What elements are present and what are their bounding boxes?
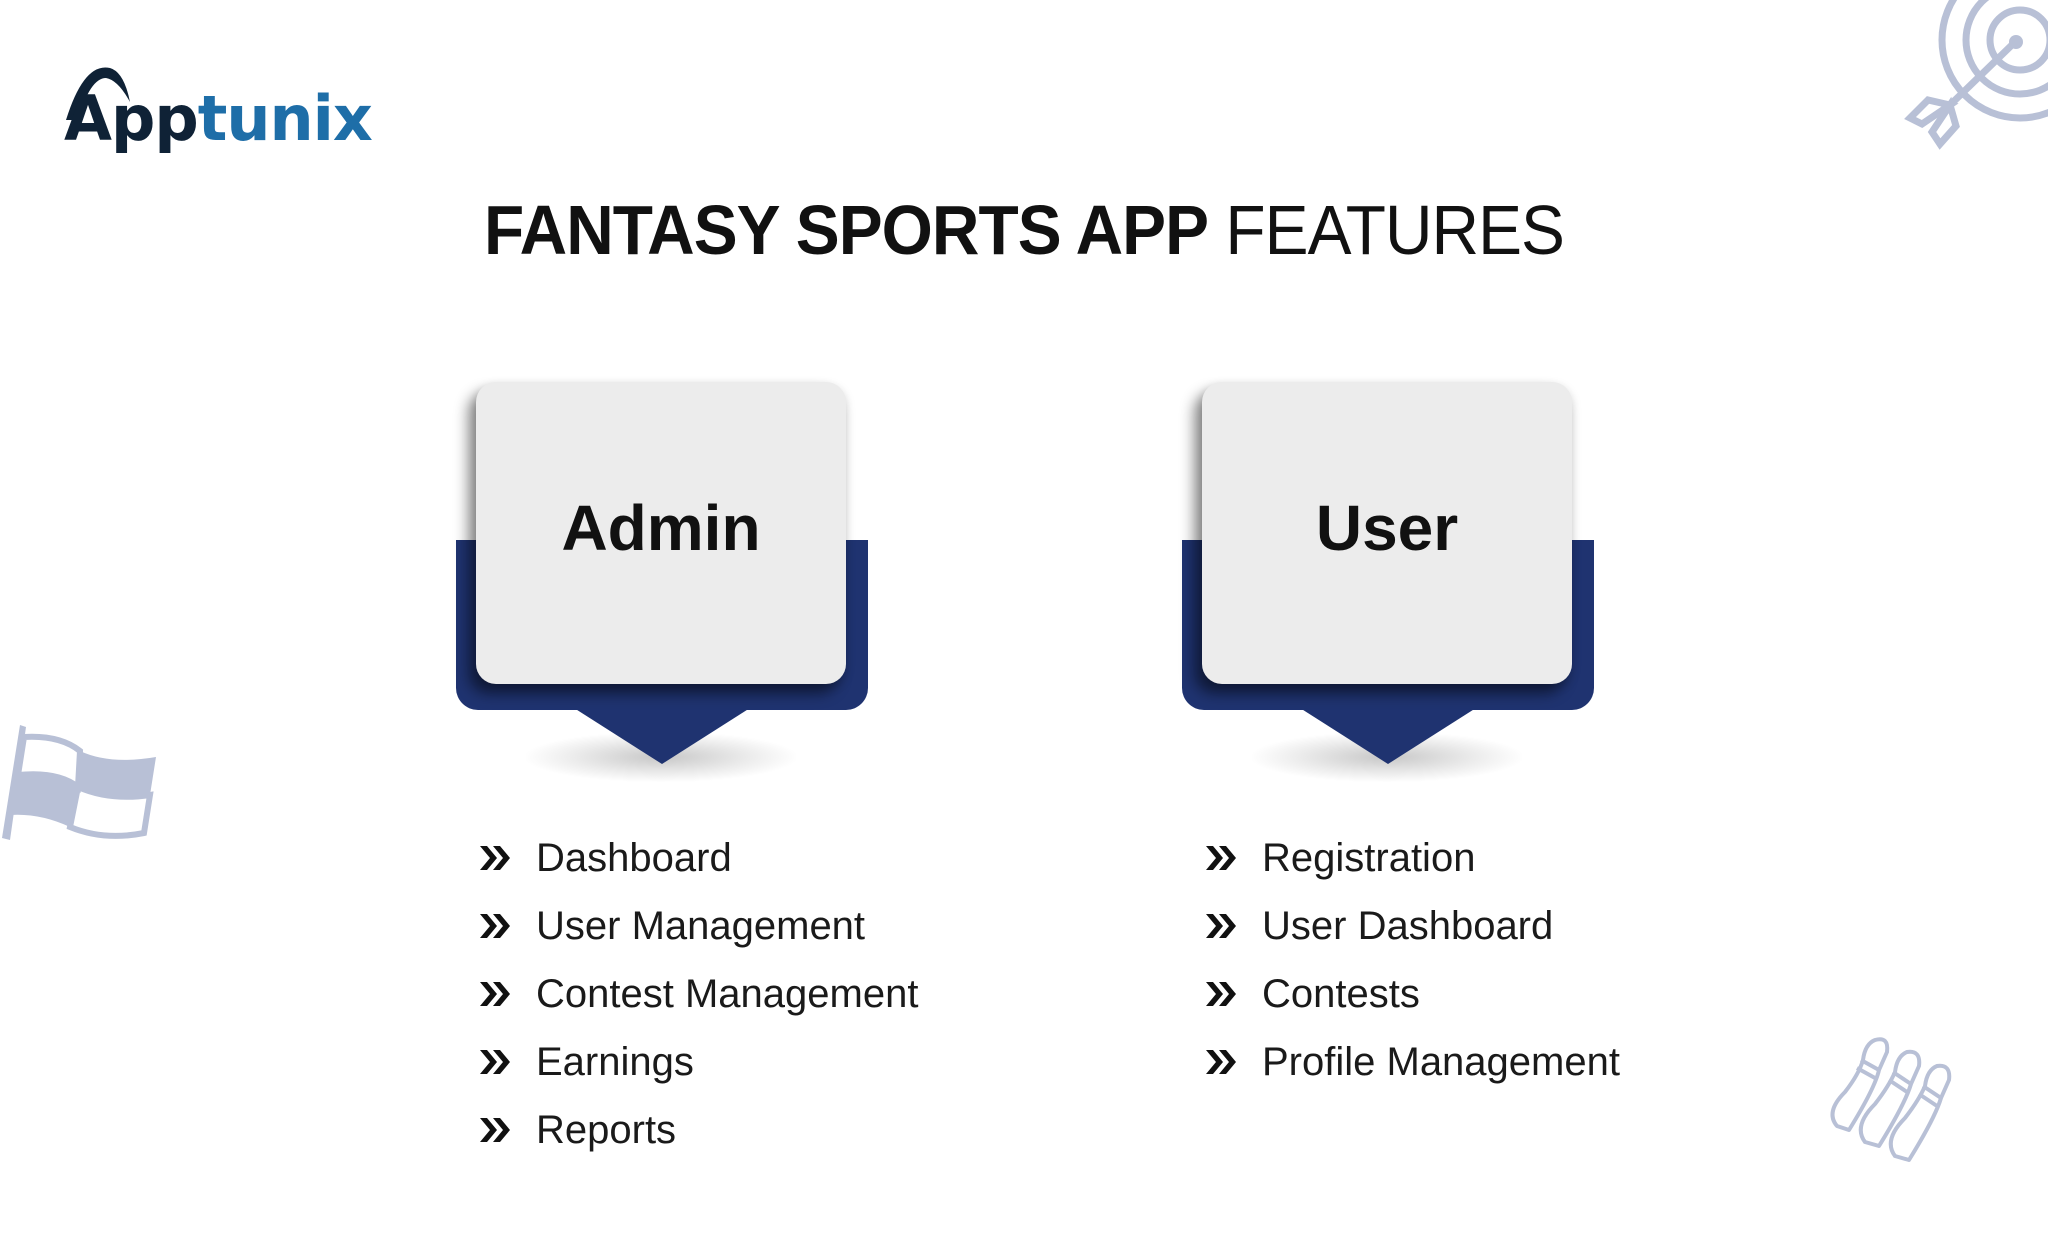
list-item: Reports	[480, 1096, 918, 1164]
list-item: Contests	[1206, 960, 1620, 1028]
list-item-label: Profile Management	[1262, 1039, 1620, 1084]
double-chevron-icon	[480, 1118, 510, 1142]
double-chevron-icon	[1206, 846, 1236, 870]
list-item-label: Contests	[1262, 971, 1420, 1016]
logo-text-app: App	[64, 82, 199, 155]
card-face: User	[1202, 382, 1572, 684]
page-title: FANTASY SPORTS APP FEATURES	[61, 190, 1986, 270]
apptunix-logo: Apptunix	[64, 66, 373, 166]
bowling-pins-icon	[1830, 1037, 1952, 1162]
list-item-label: Contest Management	[536, 971, 919, 1016]
list-item: Registration	[1206, 824, 1620, 892]
list-item-label: User Management	[536, 903, 866, 948]
list-item: User Dashboard	[1206, 892, 1620, 960]
checkered-flag-icon	[2, 725, 156, 840]
title-light-part: FEATURES	[1225, 191, 1565, 269]
list-item: User Management	[480, 892, 918, 960]
card-face: Admin	[476, 382, 846, 684]
list-item: Earnings	[480, 1028, 918, 1096]
card-pointer	[1300, 708, 1476, 764]
double-chevron-icon	[480, 982, 510, 1006]
list-item-label: User Dashboard	[1262, 903, 1554, 948]
list-item: Profile Management	[1206, 1028, 1620, 1096]
double-chevron-icon	[1206, 914, 1236, 938]
admin-card-label: Admin	[561, 492, 761, 564]
user-card: User	[1182, 382, 1602, 802]
user-feature-list: Registration User Dashboard Contests Pro…	[1206, 824, 1620, 1096]
card-pointer	[574, 708, 750, 764]
double-chevron-icon	[480, 846, 510, 870]
double-chevron-icon	[480, 914, 510, 938]
list-item: Contest Management	[480, 960, 918, 1028]
list-item-label: Registration	[1262, 835, 1476, 880]
admin-feature-list: Dashboard User Management Contest Manage…	[480, 824, 918, 1164]
double-chevron-icon	[480, 1050, 510, 1074]
double-chevron-icon	[1206, 982, 1236, 1006]
admin-card: Admin	[456, 382, 876, 802]
title-bold-part: FANTASY SPORTS APP	[483, 191, 1209, 269]
logo-wordmark: Apptunix	[64, 88, 373, 150]
logo-text-tunix: tunix	[197, 82, 373, 155]
list-item-label: Earnings	[536, 1039, 694, 1084]
target-arrow-icon	[1904, 0, 2048, 150]
user-card-label: User	[1315, 492, 1459, 564]
list-item-label: Reports	[536, 1107, 677, 1152]
list-item: Dashboard	[480, 824, 918, 892]
list-item-label: Dashboard	[536, 835, 732, 880]
double-chevron-icon	[1206, 1050, 1236, 1074]
